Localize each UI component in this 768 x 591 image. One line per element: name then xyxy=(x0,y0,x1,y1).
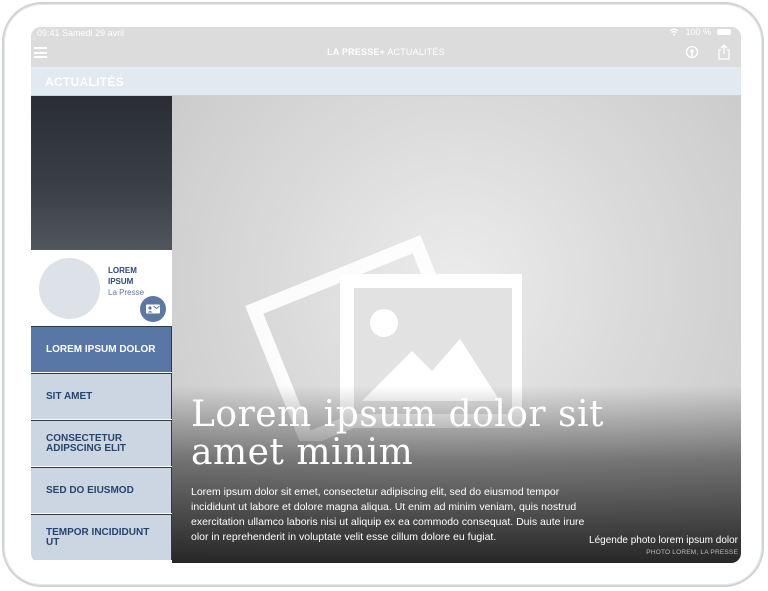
author-name: LOREM IPSUM xyxy=(108,266,137,286)
sidebar-item-label: TEMPOR INCIDIDUNT UT xyxy=(46,526,150,548)
sidebar-item-sed-do-eiusmod[interactable]: SED DO EIUSMOD xyxy=(31,467,172,513)
podcast-icon[interactable] xyxy=(685,45,699,59)
author-card[interactable]: LOREM IPSUM La Presse xyxy=(31,250,172,326)
sidebar: LOREM IPSUM La Presse LOREM IPSUM DOLOR … xyxy=(31,96,172,563)
sidebar-item-label: LOREM IPSUM DOLOR xyxy=(46,343,156,355)
sidebar-item-label: SED DO EIUSMOD xyxy=(46,484,134,496)
contact-card-icon xyxy=(146,304,160,314)
author-org: La Presse xyxy=(108,288,145,297)
avatar xyxy=(39,258,100,319)
sidebar-item-sit-amet[interactable]: SIT AMET xyxy=(31,373,172,419)
article-lede: Lorem ipsum dolor sit emet, consectetur … xyxy=(191,486,585,543)
status-clock: 09:41 xyxy=(37,28,60,38)
status-time: 09:41 Samedi 29 avril xyxy=(37,28,124,38)
status-bar: 09:41 Samedi 29 avril 100 % xyxy=(31,27,741,39)
sidebar-item-label: CONSECTETUR ADIPSCING ELIT xyxy=(46,432,127,454)
nav-title: LA PRESSE+ ACTUALITÉS xyxy=(31,47,741,57)
sidebar-item-lorem-ipsum-dolor[interactable]: LOREM IPSUM DOLOR xyxy=(31,326,172,372)
hero-article[interactable]: Lorem ipsum dolor sit amet minim Lorem i… xyxy=(172,96,741,563)
sidebar-item-consectetur[interactable]: CONSECTETUR ADIPSCING ELIT xyxy=(31,420,172,466)
wifi-icon xyxy=(670,28,679,36)
share-icon[interactable] xyxy=(717,44,731,60)
battery-icon xyxy=(717,29,731,35)
status-indicators: 100 % xyxy=(669,27,731,37)
status-date: Samedi 29 avril xyxy=(62,28,125,38)
sidebar-item-tempor[interactable]: TEMPOR INCIDIDUNT UT xyxy=(31,514,172,560)
section-header: ACTUALITÉS xyxy=(31,67,741,96)
section-title: ACTUALITÉS xyxy=(45,75,124,89)
app-screen: 09:41 Samedi 29 avril 100 % LA PRESSE+ A… xyxy=(31,27,741,563)
photo-credit: PHOTO LOREM, LA PRESSE xyxy=(646,549,738,556)
battery-percent: 100 % xyxy=(685,27,711,37)
photo-caption: Légende photo lorem ipsum dolor xyxy=(589,535,738,546)
contact-author-button[interactable] xyxy=(140,296,166,322)
brand-name: LA PRESSE+ xyxy=(327,47,386,57)
top-nav: LA PRESSE+ ACTUALITÉS xyxy=(31,39,741,67)
sidebar-item-label: SIT AMET xyxy=(46,390,93,402)
sidebar-header-image xyxy=(31,96,172,250)
article-title[interactable]: Lorem ipsum dolor sit amet minim xyxy=(191,396,661,472)
nav-section: ACTUALITÉS xyxy=(387,47,445,57)
